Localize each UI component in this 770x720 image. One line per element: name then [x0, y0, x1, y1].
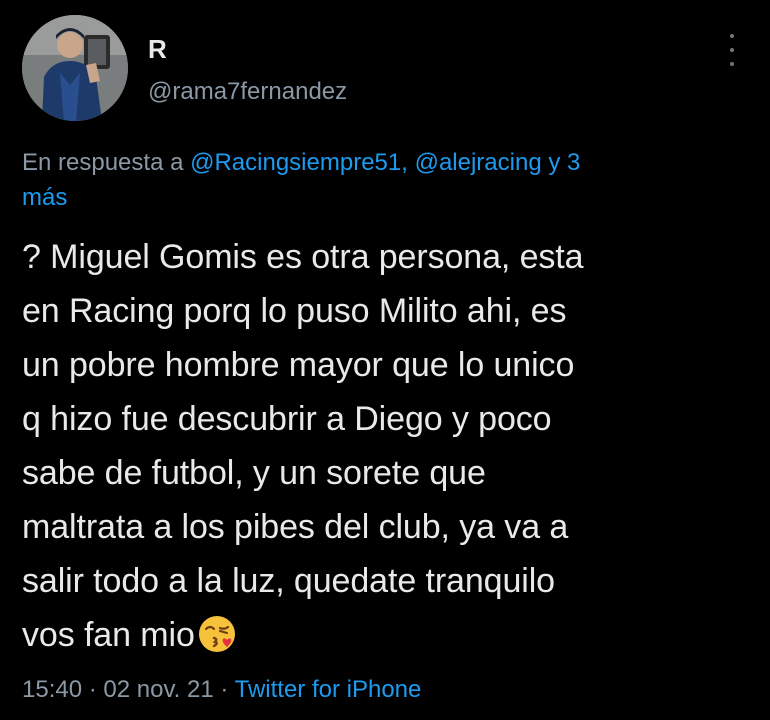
tweet: R @rama7fernandez En respuesta a @Racing…: [0, 0, 770, 720]
mention-more-label[interactable]: más: [22, 184, 67, 211]
mention-separator: ,: [401, 149, 415, 176]
mention-racingsiempre51[interactable]: @Racingsiempre51: [190, 149, 401, 176]
tweet-line: salir todo a la luz, quedate tranquilo: [22, 562, 555, 600]
more-options-icon[interactable]: [724, 34, 740, 66]
tweet-source[interactable]: Twitter for iPhone: [235, 676, 422, 703]
mention-alejracing[interactable]: @alejracing: [415, 149, 542, 176]
tweet-line: ? Miguel Gomis es otra persona, esta: [22, 238, 584, 276]
reply-context: En respuesta a @Racingsiempre51, @alejra…: [22, 145, 722, 215]
user-handle[interactable]: @rama7fernandez: [148, 78, 347, 106]
reply-prefix: En respuesta a: [22, 149, 191, 176]
tweet-line: en Racing porq lo puso Milito ahi, es: [22, 292, 567, 330]
tweet-line: un pobre hombre mayor que lo unico: [22, 346, 575, 384]
tweet-line: sabe de futbol, y un sorete que: [22, 454, 486, 492]
tweet-date[interactable]: 02 nov. 21: [103, 676, 213, 703]
tweet-time[interactable]: 15:40: [22, 676, 82, 703]
tweet-line-last: vos fan mio: [22, 608, 757, 662]
tweet-line: q hizo fue descubrir a Diego y poco: [22, 400, 552, 438]
tweet-line: maltrata a los pibes del club, ya va a: [22, 508, 569, 546]
kiss-emoji-icon: [198, 616, 235, 652]
display-name[interactable]: R: [148, 34, 167, 65]
avatar-photo-icon: [22, 15, 128, 121]
tweet-meta: 15:40 · 02 nov. 21 · Twitter for iPhone: [22, 676, 421, 704]
tweet-line: vos fan mio: [22, 616, 195, 654]
tweet-text: ? Miguel Gomis es otra persona, esta en …: [22, 230, 757, 662]
mention-more-count[interactable]: y 3: [542, 149, 580, 176]
avatar[interactable]: [22, 15, 128, 121]
meta-separator: ·: [213, 676, 235, 703]
meta-separator: ·: [82, 676, 104, 703]
